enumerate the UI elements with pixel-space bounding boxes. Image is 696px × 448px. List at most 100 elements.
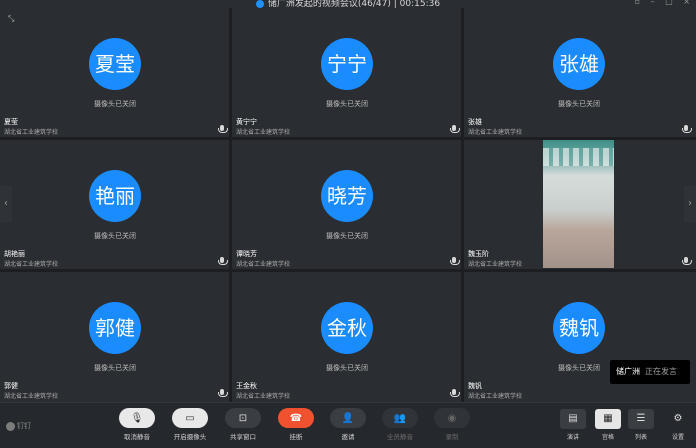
- avatar: 晓芳: [321, 170, 373, 222]
- window-controls: ▫ – □ ×: [627, 0, 690, 6]
- window-titlebar: 储广洲发起的视频会议(46/47) | 00:15:36 ▫ – □ ×: [0, 0, 696, 8]
- mic-icon: [450, 257, 460, 265]
- camera-label: 开启摄像头: [173, 433, 207, 441]
- camera-off-icon: ▭: [172, 408, 208, 428]
- settings-button[interactable]: ⚙ 设置: [664, 409, 692, 441]
- layout-list-label: 列表: [634, 434, 647, 441]
- dingtalk-logo-icon: [6, 421, 15, 431]
- avatar: 魏钒: [553, 302, 605, 354]
- invite-label: 邀请: [341, 433, 355, 441]
- participant-tile[interactable]: 宁宁 摄像头已关闭 黄宁宁 湖北省工业建筑学校: [232, 8, 461, 137]
- gear-icon: ⚙: [673, 413, 683, 424]
- participant-tile[interactable]: 金秋 摄像头已关闭 王金秋 湖北省工业建筑学校: [232, 272, 461, 402]
- phone-hangup-icon: ☎: [278, 408, 314, 428]
- participant-name: 夏莹: [4, 118, 18, 126]
- mic-icon: [682, 125, 692, 133]
- hangup-label: 挂断: [289, 433, 303, 441]
- list-layout-icon: ☰: [628, 409, 654, 429]
- camera-off-label: 摄像头已关闭: [94, 364, 136, 372]
- expand-icon[interactable]: ⤡: [8, 14, 18, 24]
- close-icon[interactable]: ×: [683, 0, 690, 6]
- mic-off-icon: 🎙: [119, 408, 155, 428]
- unmute-button[interactable]: 🎙 取消静音: [117, 408, 157, 446]
- invite-button[interactable]: 👤 邀请: [328, 408, 368, 446]
- participant-tile[interactable]: 张雄 摄像头已关闭 张雄 湖北省工业建筑学校: [464, 8, 696, 137]
- mic-icon: [450, 125, 460, 133]
- participant-name: 魏玉阶: [468, 250, 489, 258]
- speaking-status: 正在发言: [645, 367, 677, 376]
- layout-speaker-label: 演讲: [566, 434, 579, 441]
- layout-list-button[interactable]: ☰ 列表: [626, 409, 656, 441]
- share-label: 共享窗口: [230, 433, 256, 441]
- participant-org: 湖北省工业建筑学校: [468, 393, 523, 400]
- mic-icon: [218, 257, 228, 265]
- layout-grid-label: 宫格: [601, 434, 614, 441]
- speaking-indicator: 储广洲 正在发言: [610, 360, 690, 384]
- group-mute-icon: 👥: [382, 408, 418, 428]
- camera-button[interactable]: ▭ 开启摄像头: [170, 408, 210, 446]
- grid-layout-icon: ▦: [595, 409, 621, 429]
- camera-off-label: 摄像头已关闭: [326, 364, 368, 372]
- participant-video-feed: [543, 140, 614, 268]
- avatar: 艳丽: [89, 170, 141, 222]
- mute-all-label: 全员静音: [387, 433, 413, 441]
- meeting-toolbar: 钉钉 🎙 取消静音 ▭ 开启摄像头 ⊡ 共享窗口 ☎ 挂断 👤 邀请 👥 全员静…: [0, 402, 696, 448]
- participant-org: 湖北省工业建筑学校: [4, 261, 59, 268]
- settings-label: 设置: [671, 434, 684, 441]
- participant-tile[interactable]: 郭健 摄像头已关闭 郭健 湖北省工业建筑学校: [0, 272, 229, 402]
- maximize-icon[interactable]: □: [665, 0, 673, 6]
- participant-name: 胡艳丽: [4, 250, 25, 258]
- camera-off-label: 摄像头已关闭: [94, 232, 136, 240]
- participant-org: 湖北省工业建筑学校: [236, 261, 291, 268]
- video-texture: [543, 148, 614, 166]
- participant-name: 黄宁宁: [236, 118, 257, 126]
- prev-page-arrow[interactable]: ‹: [0, 186, 12, 222]
- mic-icon: [218, 125, 228, 133]
- avatar: 金秋: [321, 302, 373, 354]
- record-icon: ◉: [434, 408, 470, 428]
- participant-org: 湖北省工业建筑学校: [4, 393, 59, 400]
- speaker-name: 储广洲: [616, 367, 640, 376]
- participant-tile[interactable]: 夏莹 摄像头已关闭 夏莹 湖北省工业建筑学校: [0, 8, 229, 137]
- layout-speaker-button[interactable]: ▤ 演讲: [558, 409, 588, 441]
- unmute-label: 取消静音: [124, 433, 150, 441]
- next-page-arrow[interactable]: ›: [684, 186, 696, 222]
- camera-off-label: 摄像头已关闭: [94, 100, 136, 108]
- camera-off-label: 摄像头已关闭: [558, 100, 600, 108]
- screen-share-icon: ⊡: [225, 408, 261, 428]
- layout-grid-button[interactable]: ▦ 宫格: [593, 409, 623, 441]
- minimize-icon[interactable]: –: [651, 0, 655, 6]
- participant-name: 谭晓芳: [236, 250, 257, 258]
- avatar: 宁宁: [321, 38, 373, 90]
- share-window-button[interactable]: ⊡ 共享窗口: [223, 408, 263, 446]
- hangup-button[interactable]: ☎ 挂断: [276, 408, 316, 446]
- dingtalk-logo-icon: [255, 0, 264, 8]
- participant-name: 王金秋: [236, 382, 257, 390]
- participant-org: 湖北省工业建筑学校: [468, 129, 523, 136]
- participant-tile[interactable]: 晓芳 摄像头已关闭 谭晓芳 湖北省工业建筑学校: [232, 140, 461, 269]
- participant-name: 郭健: [4, 382, 18, 390]
- brand-logo: 钉钉: [6, 421, 31, 431]
- participant-name: 张雄: [468, 118, 482, 126]
- pin-icon[interactable]: ▫: [635, 0, 640, 6]
- mute-all-button[interactable]: 👥 全员静音: [380, 408, 420, 446]
- avatar: 张雄: [553, 38, 605, 90]
- window-title: 储广洲发起的视频会议(46/47) | 00:15:36: [0, 0, 696, 8]
- camera-off-label: 摄像头已关闭: [326, 232, 368, 240]
- participant-tile[interactable]: 艳丽 摄像头已关闭 胡艳丽 湖北省工业建筑学校: [0, 140, 229, 269]
- participant-org: 湖北省工业建筑学校: [236, 393, 291, 400]
- mic-icon: [218, 389, 228, 397]
- mic-icon: [450, 389, 460, 397]
- add-user-icon: 👤: [330, 408, 366, 428]
- speaker-layout-icon: ▤: [560, 409, 586, 429]
- participant-org: 湖北省工业建筑学校: [468, 261, 523, 268]
- participant-org: 湖北省工业建筑学校: [4, 129, 59, 136]
- participant-org: 湖北省工业建筑学校: [236, 129, 291, 136]
- camera-off-label: 摄像头已关闭: [326, 100, 368, 108]
- record-button[interactable]: ◉ 录制: [432, 408, 472, 446]
- avatar: 郭健: [89, 302, 141, 354]
- record-label: 录制: [445, 433, 459, 441]
- mic-icon: [682, 257, 692, 265]
- avatar: 夏莹: [89, 38, 141, 90]
- participant-name: 魏钒: [468, 382, 482, 390]
